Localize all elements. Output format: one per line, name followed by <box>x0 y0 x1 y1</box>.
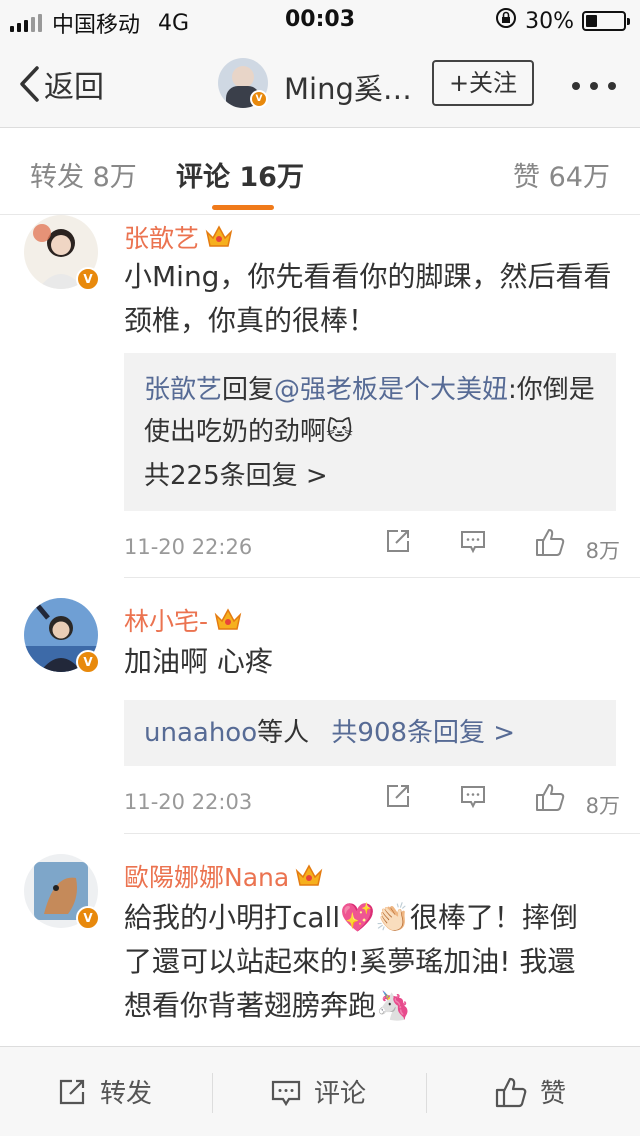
reply-author[interactable]: 张歆艺 <box>144 375 222 405</box>
like-button[interactable]: 赞 <box>494 1073 566 1110</box>
comment-icon[interactable] <box>459 527 487 560</box>
comment-text: 小Ming，你先看看你的脚踝，然后看看颈椎，你真的很棒！ <box>124 260 612 337</box>
comment-button[interactable]: 评论 <box>270 1073 366 1110</box>
reply-count-link[interactable]: 共225条回复 > <box>124 455 348 497</box>
vip-crown-icon <box>214 607 242 633</box>
like-label: 赞 <box>540 1079 567 1109</box>
verified-badge-icon: V <box>76 267 100 291</box>
repost-label: 转发 <box>100 1079 153 1109</box>
comment-date: 11-20 22:03 <box>124 790 253 814</box>
comment-text: 給我的小明打call💖👏🏻很棒了！摔倒 了還可以站起來的!奚夢瑤加油! 我還 想… <box>124 896 620 1028</box>
like-count: 8万 <box>585 539 620 563</box>
bottom-action-bar: 转发 评论 赞 <box>0 1046 640 1136</box>
comment-author[interactable]: 林小宅- <box>124 602 208 638</box>
divider <box>212 1073 213 1113</box>
like-icon <box>495 1077 527 1107</box>
page-title[interactable]: Ming奚… <box>284 66 412 108</box>
rotation-lock-icon <box>495 7 517 35</box>
reply-author[interactable]: unaahoo <box>144 718 257 748</box>
chevron-left-icon <box>20 66 39 102</box>
comment-text-line: 給我的小明打call💖👏🏻很棒了！摔倒 <box>124 901 578 934</box>
cat-emoji-icon: 🐱 <box>326 417 354 447</box>
comment-text: 加油啊 心疼 <box>124 645 273 678</box>
more-icon[interactable] <box>572 82 616 90</box>
comment-author[interactable]: 张歆艺 <box>124 219 199 255</box>
battery-icon <box>582 11 630 31</box>
verified-badge-icon: V <box>76 650 100 674</box>
reply-preview[interactable]: unaahoo等人 共908条回复 > <box>124 700 616 766</box>
reply-mention[interactable]: @强老板是个大美妞 <box>274 375 508 405</box>
comment-label: 评论 <box>314 1079 367 1109</box>
comment-text-line: 想看你背著翅膀奔跑🦄 <box>124 989 411 1022</box>
comment-author[interactable]: 歐陽娜娜Nana <box>124 858 289 894</box>
tab-likes[interactable]: 赞 64万 <box>513 155 610 194</box>
status-bar: 中国移动 4G 00:03 30% <box>0 0 640 40</box>
comment-icon[interactable] <box>459 782 487 815</box>
tab-repost[interactable]: 转发 8万 <box>30 155 137 194</box>
like-count: 8万 <box>585 794 620 818</box>
comment-meta: 11-20 22:03 8万 <box>124 782 620 822</box>
like-icon[interactable] <box>534 527 566 562</box>
tab-comments[interactable]: 评论 16万 <box>176 155 304 194</box>
divider <box>124 577 640 578</box>
vip-crown-icon <box>205 224 233 250</box>
follow-button[interactable]: +关注 <box>432 60 534 106</box>
share-icon[interactable] <box>384 527 412 560</box>
share-icon <box>59 1079 85 1104</box>
comment-icon <box>271 1080 301 1106</box>
comment-text-line: 了還可以站起來的!奚夢瑤加油! 我還 <box>124 945 576 978</box>
divider <box>426 1073 427 1113</box>
back-label: 返回 <box>44 70 104 105</box>
nav-bar: 返回 V Ming奚… +关注 <box>0 40 640 128</box>
like-icon[interactable] <box>534 782 566 817</box>
comment-item: V 林小宅- 加油啊 心疼 unaahoo等人 共908条回复 > 11-20 … <box>0 598 640 834</box>
verified-badge-icon: V <box>76 906 100 930</box>
comment-meta: 11-20 22:26 8万 <box>124 527 620 567</box>
vip-crown-icon <box>295 863 323 889</box>
share-icon[interactable] <box>384 782 412 815</box>
reply-verb: 回复 <box>222 375 275 405</box>
battery-percent: 30% <box>525 8 574 34</box>
back-button[interactable]: 返回 <box>18 62 104 106</box>
comment-date: 11-20 22:26 <box>124 535 253 559</box>
repost-button[interactable]: 转发 <box>56 1073 152 1110</box>
comment-item: V 歐陽娜娜Nana 給我的小明打call💖👏🏻很棒了！摔倒 了還可以站起來的!… <box>0 854 640 1046</box>
divider <box>124 833 640 834</box>
reply-preview[interactable]: 张歆艺回复@强老板是个大美妞:你倒是使出吃奶的劲啊🐱 共225条回复 > <box>124 353 616 511</box>
tab-bar: 转发 8万 评论 16万 赞 64万 <box>0 129 640 215</box>
reply-count-link[interactable]: 共908条回复 > <box>331 718 515 748</box>
active-tab-indicator <box>212 205 274 210</box>
reply-summary: 等人 <box>257 718 310 748</box>
comment-item: V 张歆艺 小Ming，你先看看你的脚踝，然后看看颈椎，你真的很棒！ 张歆艺回复… <box>0 215 640 577</box>
verified-badge-icon: V <box>250 90 268 108</box>
